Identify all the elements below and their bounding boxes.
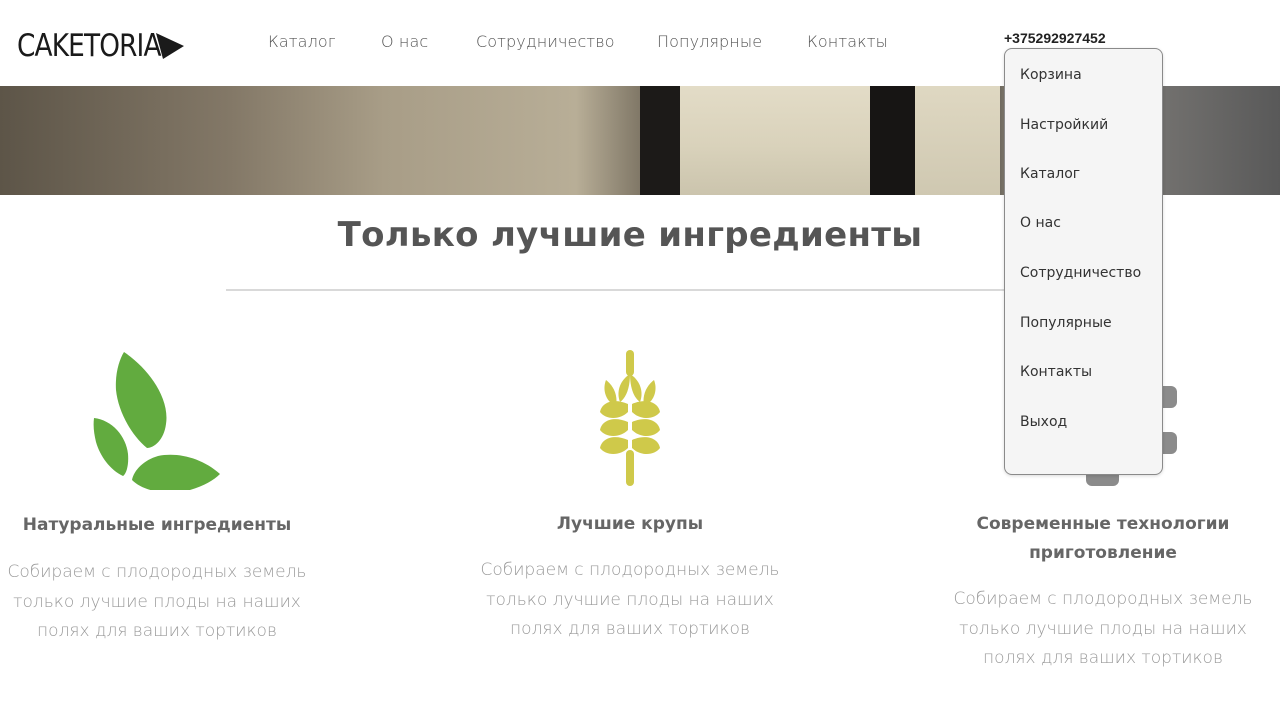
menu-item-catalog[interactable]: Каталог bbox=[1020, 166, 1080, 182]
menu-item-settings[interactable]: Настройкий bbox=[1020, 117, 1108, 133]
logo-text: CAKETORIA bbox=[17, 28, 162, 64]
section-divider bbox=[226, 289, 1054, 291]
menu-item-contacts[interactable]: Контакты bbox=[1020, 364, 1092, 380]
menu-item-about[interactable]: О нас bbox=[1020, 215, 1061, 231]
account-dropdown-menu: Корзина Настройкий Каталог О нас Сотрудн… bbox=[1004, 48, 1163, 475]
phone-number[interactable]: +375292927452 bbox=[1004, 30, 1106, 46]
nav-link-cooperation[interactable]: Сотрудничество bbox=[476, 32, 615, 51]
nav-link-contacts[interactable]: Контакты bbox=[807, 32, 888, 51]
feature-text-line: Собираем с плодородных земель bbox=[7, 562, 307, 582]
logo[interactable]: CAKETORIA bbox=[17, 28, 186, 64]
menu-item-cooperation[interactable]: Сотрудничество bbox=[1020, 265, 1141, 281]
nav-link-popular[interactable]: Популярные bbox=[657, 32, 762, 51]
feature-text-line: полях для ваших тортиков bbox=[983, 648, 1223, 668]
feature-title-line: Современные технологии bbox=[976, 514, 1230, 534]
feature-title-line: приготовление bbox=[1029, 543, 1177, 563]
feature-text-line: Собираем с плодородных земель bbox=[953, 589, 1253, 609]
feature-text-line: Собираем с плодородных земель bbox=[480, 560, 780, 580]
feature-text-line: полях для ваших тортиков bbox=[510, 619, 750, 639]
feature-text-line: полях для ваших тортиков bbox=[37, 621, 277, 641]
menu-item-cart[interactable]: Корзина bbox=[1020, 67, 1082, 83]
wheat-icon bbox=[600, 350, 660, 486]
feature-title: Натуральные ингредиенты bbox=[22, 515, 292, 535]
nav-link-catalog[interactable]: Каталог bbox=[268, 32, 336, 51]
menu-item-popular[interactable]: Популярные bbox=[1020, 315, 1112, 331]
feature-title: Лучшие крупы bbox=[556, 514, 704, 534]
feature-text-line: только лучшие плоды на наших bbox=[486, 590, 774, 610]
feature-text-line: только лучшие плоды на наших bbox=[13, 592, 301, 612]
leaves-icon bbox=[93, 352, 220, 490]
play-arrow-icon bbox=[156, 33, 184, 59]
feature-text-line: только лучшие плоды на наших bbox=[959, 619, 1247, 639]
nav-link-about[interactable]: О нас bbox=[381, 32, 428, 51]
menu-item-logout[interactable]: Выход bbox=[1020, 414, 1067, 430]
